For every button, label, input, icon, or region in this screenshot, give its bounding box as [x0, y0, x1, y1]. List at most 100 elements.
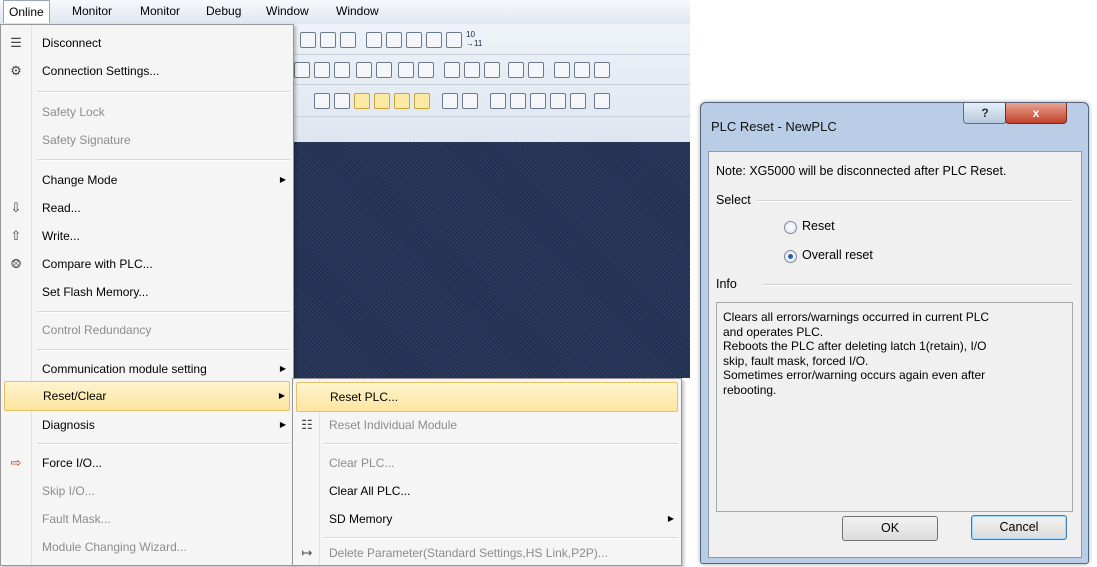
menu-item-control-redundancy[interactable]: Control Redundancy	[1, 316, 293, 344]
tool-icon[interactable]	[550, 93, 566, 109]
menu-item-communication-module-setting[interactable]: Communication module setting ▶	[1, 355, 293, 383]
tool-icon[interactable]	[442, 93, 458, 109]
contact-icon[interactable]	[444, 62, 460, 78]
menu-item-label: Module Changing Wizard...	[42, 540, 187, 554]
tool-icon[interactable]	[340, 32, 356, 48]
menu-item-label: Reset/Clear	[43, 389, 107, 403]
disconnect-note: Note: XG5000 will be disconnected after …	[716, 164, 1007, 178]
menu-item-label: Safety Signature	[42, 133, 131, 147]
info-line: Reboots the PLC after deleting latch 1(r…	[723, 339, 987, 353]
menu-item-label: Clear PLC...	[329, 456, 395, 470]
reset-module-icon: ☷	[301, 417, 313, 432]
find-icon[interactable]	[446, 32, 462, 48]
tool-icon[interactable]	[570, 93, 586, 109]
force-io-icon: ⇨	[10, 455, 22, 470]
view-icon[interactable]	[394, 93, 410, 109]
edit-icon[interactable]	[398, 62, 414, 78]
view-icon[interactable]	[354, 93, 370, 109]
menu-item-compare[interactable]: ⨷ Compare with PLC...	[1, 250, 293, 278]
menu-item-force-io[interactable]: ⇨ Force I/O...	[1, 449, 293, 477]
tool-icon[interactable]	[320, 32, 336, 48]
menu-window-2[interactable]: Window	[336, 4, 379, 18]
view-icon[interactable]	[414, 93, 430, 109]
tool-icon[interactable]	[418, 62, 434, 78]
view-icon[interactable]	[374, 93, 390, 109]
menu-item-label: Skip I/O...	[42, 484, 95, 498]
close-button[interactable]: x	[1005, 103, 1067, 124]
tool-icon[interactable]	[334, 93, 350, 109]
tool-icon[interactable]	[300, 32, 316, 48]
info-line: skip, fault mask, forced I/O.	[723, 353, 869, 368]
menu-item-label: Force I/O...	[42, 456, 103, 470]
contact-icon[interactable]	[464, 62, 480, 78]
menu-item-fault-mask[interactable]: Fault Mask...	[1, 505, 293, 533]
contact-icon[interactable]	[484, 62, 500, 78]
menu-item-reset-plc[interactable]: Reset PLC...	[296, 382, 678, 412]
menu-item-disconnect[interactable]: ☰ Disconnect	[1, 29, 293, 57]
menu-item-set-flash-memory[interactable]: Set Flash Memory...	[1, 278, 293, 306]
menu-item-delete-parameter[interactable]: ↦ Delete Parameter(Standard Settings,HS …	[293, 539, 681, 567]
cancel-button[interactable]: Cancel	[971, 515, 1067, 540]
tool-icon[interactable]	[490, 93, 506, 109]
submenu-arrow-icon: ▶	[279, 175, 286, 184]
menu-item-label: Connection Settings...	[42, 64, 160, 78]
reset-radio-label[interactable]: Reset	[802, 219, 835, 233]
tool-icon[interactable]	[314, 62, 330, 78]
menu-separator	[37, 311, 290, 313]
toolbar-area: 10 →11	[294, 24, 690, 142]
tool-icon[interactable]	[594, 62, 610, 78]
tool-icon[interactable]	[376, 62, 392, 78]
goto-line-icon[interactable]: 10 →11	[466, 30, 482, 48]
find-replace-icon[interactable]	[406, 32, 422, 48]
find-replace-icon[interactable]	[426, 32, 442, 48]
tool-icon[interactable]	[294, 62, 310, 78]
help-button[interactable]: ?	[963, 103, 1007, 124]
toolbar-row-2	[294, 54, 690, 85]
coil-icon[interactable]	[528, 62, 544, 78]
overall-reset-radio-label[interactable]: Overall reset	[802, 248, 873, 262]
menu-monitor[interactable]: Monitor	[72, 4, 112, 18]
menu-window[interactable]: Window	[266, 4, 309, 18]
menu-item-sd-memory[interactable]: SD Memory ▶	[293, 505, 681, 533]
menu-item-safety-signature[interactable]: Safety Signature	[1, 126, 293, 154]
tool-icon[interactable]	[594, 93, 610, 109]
menu-item-label: Fault Mask...	[42, 512, 111, 526]
menu-item-diagnosis[interactable]: Diagnosis ▶	[1, 411, 293, 439]
reset-clear-submenu: Reset PLC... ☷ Reset Individual Module C…	[292, 378, 682, 566]
binoculars-icon[interactable]	[386, 32, 402, 48]
menu-item-write[interactable]: ⇧ Write...	[1, 222, 293, 250]
menu-debug[interactable]: Debug	[206, 4, 241, 18]
menu-item-read[interactable]: ⇩ Read...	[1, 194, 293, 222]
menu-item-reset-individual-module[interactable]: ☷ Reset Individual Module	[293, 411, 681, 439]
menu-item-reset-clear[interactable]: Reset/Clear ▶	[4, 381, 290, 411]
tool-icon[interactable]	[574, 62, 590, 78]
overall-reset-radio[interactable]	[784, 250, 797, 263]
chart-icon[interactable]	[356, 62, 372, 78]
tool-icon[interactable]	[462, 93, 478, 109]
menu-item-label: Communication module setting	[42, 362, 207, 376]
compare-icon: ⨷	[10, 256, 22, 271]
menu-item-safety-lock[interactable]: Safety Lock	[1, 98, 293, 126]
menu-item-skip-io[interactable]: Skip I/O...	[1, 477, 293, 505]
ok-button[interactable]: OK	[842, 516, 938, 541]
info-text: Clears all errors/warnings occurred in c…	[723, 310, 1063, 397]
menu-item-label: Control Redundancy	[42, 323, 152, 337]
coil-icon[interactable]	[508, 62, 524, 78]
tool-icon[interactable]	[510, 93, 526, 109]
menu-item-clear-all-plc[interactable]: Clear All PLC...	[293, 477, 681, 505]
menu-item-module-changing-wizard[interactable]: Module Changing Wizard...	[1, 533, 293, 561]
info-group-label: Info	[716, 277, 741, 291]
binoculars-icon[interactable]	[366, 32, 382, 48]
menu-item-clear-plc[interactable]: Clear PLC...	[293, 449, 681, 477]
menu-item-connection-settings[interactable]: ⚙ Connection Settings...	[1, 57, 293, 85]
dialog-body: Note: XG5000 will be disconnected after …	[708, 151, 1082, 558]
menu-online[interactable]: Online	[3, 0, 50, 23]
submenu-arrow-icon: ▶	[667, 514, 674, 523]
menu-item-change-mode[interactable]: Change Mode ▶	[1, 166, 293, 194]
monitor-icon[interactable]	[334, 62, 350, 78]
menu-monitor-2[interactable]: Monitor	[140, 4, 180, 18]
tool-icon[interactable]	[530, 93, 546, 109]
reset-radio[interactable]	[784, 221, 797, 234]
tool-icon[interactable]	[314, 93, 330, 109]
tool-icon[interactable]	[554, 62, 570, 78]
